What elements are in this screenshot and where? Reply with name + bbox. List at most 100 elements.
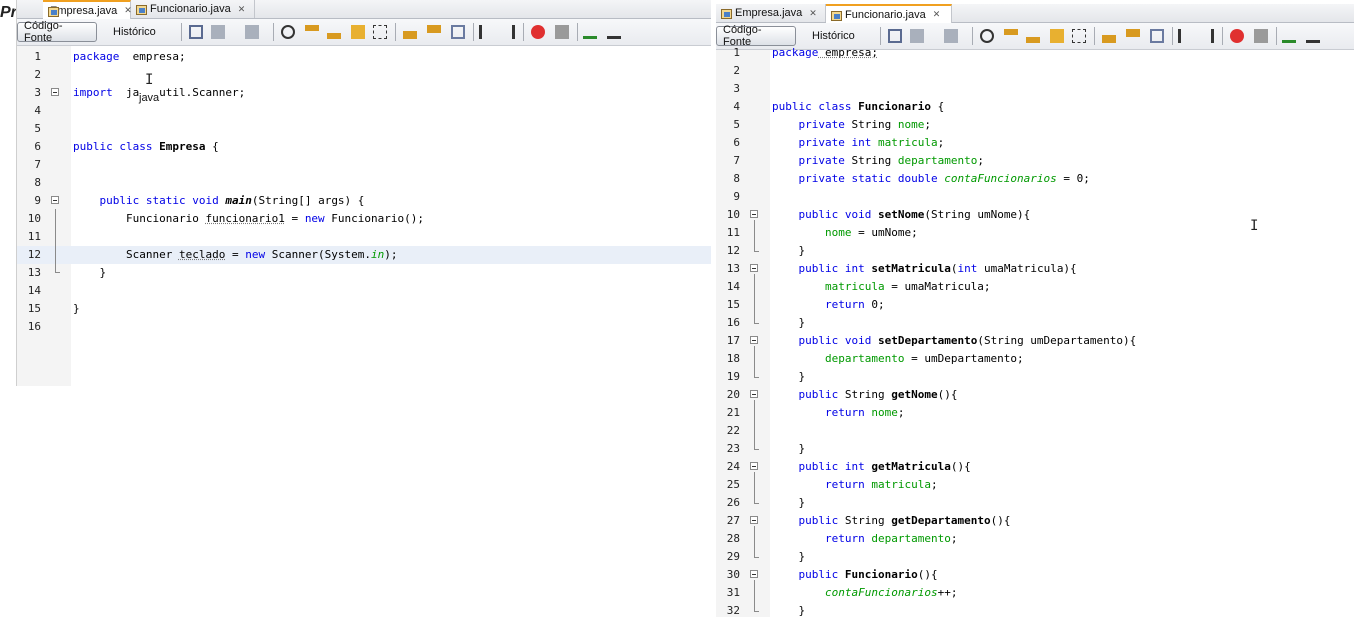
uncomment-icon[interactable]: [1306, 29, 1320, 43]
shift-right-icon[interactable]: [1200, 29, 1214, 43]
close-tab-icon[interactable]: ✕: [933, 9, 941, 20]
find-previous-icon[interactable]: [305, 25, 319, 39]
fold-toggle-icon[interactable]: [51, 196, 59, 204]
find-icon[interactable]: [281, 25, 295, 39]
code-line[interactable]: 31 contaFuncionarios++;: [716, 584, 1354, 602]
fold-toggle-icon[interactable]: [750, 462, 758, 470]
last-edit-icon[interactable]: [189, 25, 203, 39]
tab-funcionario-java[interactable]: Funcionario.java ✕: [826, 4, 952, 23]
fold-toggle-icon[interactable]: [750, 390, 758, 398]
code-line[interactable]: 1 package empresa;: [716, 44, 1354, 62]
code-line[interactable]: 9 public static void main(String[] args)…: [17, 192, 711, 210]
previous-bookmark-icon[interactable]: [403, 25, 417, 39]
history-view-button[interactable]: Histórico: [806, 26, 861, 46]
tab-empresa-java[interactable]: Empresa.java ✕: [43, 0, 132, 19]
code-line[interactable]: 1 package empresa;: [17, 48, 711, 66]
forward-icon[interactable]: [245, 25, 259, 39]
code-line[interactable]: 19 }: [716, 368, 1354, 386]
code-line[interactable]: 12 }: [716, 242, 1354, 260]
code-line[interactable]: 2: [716, 62, 1354, 80]
next-bookmark-icon[interactable]: [1126, 29, 1140, 43]
stop-macro-icon[interactable]: [1254, 29, 1268, 43]
uncomment-icon[interactable]: [607, 25, 621, 39]
source-view-button[interactable]: Código-Fonte: [17, 20, 97, 44]
fold-toggle-icon[interactable]: [750, 210, 758, 218]
comment-icon[interactable]: [583, 25, 597, 39]
code-line[interactable]: 29 }: [716, 548, 1354, 566]
code-line[interactable]: 15}: [17, 300, 711, 318]
fold-toggle-icon[interactable]: [750, 336, 758, 344]
find-previous-icon[interactable]: [1004, 29, 1018, 43]
start-macro-icon[interactable]: [531, 25, 545, 39]
history-view-button[interactable]: Histórico: [107, 22, 162, 42]
code-line[interactable]: 20 public String getNome(){: [716, 386, 1354, 404]
comment-icon[interactable]: [1282, 29, 1296, 43]
code-line[interactable]: 9: [716, 188, 1354, 206]
code-line[interactable]: 14: [17, 282, 711, 300]
toggle-bookmark-icon[interactable]: [451, 25, 465, 39]
code-line[interactable]: 32 }: [716, 602, 1354, 617]
code-line[interactable]: 13 public int setMatricula(int umaMatric…: [716, 260, 1354, 278]
code-line[interactable]: 27 public String getDepartamento(){: [716, 512, 1354, 530]
shift-left-icon[interactable]: [479, 25, 493, 39]
source-view-button[interactable]: Código-Fonte: [716, 24, 796, 48]
code-line[interactable]: 23 }: [716, 440, 1354, 458]
code-line[interactable]: 12 Scanner teclado = new Scanner(System.…: [17, 246, 711, 264]
shift-left-icon[interactable]: [1178, 29, 1192, 43]
previous-bookmark-icon[interactable]: [1102, 29, 1116, 43]
tab-funcionario-java[interactable]: Funcionario.java ✕: [131, 0, 255, 18]
code-line[interactable]: 4 public class Funcionario {: [716, 98, 1354, 116]
code-editor[interactable]: 1 package empresa; 2 3 4 public class Funcion…: [716, 46, 1354, 617]
fold-toggle-icon[interactable]: [750, 570, 758, 578]
toggle-rect-selection-icon[interactable]: [1072, 29, 1086, 43]
code-editor[interactable]: 1 package empresa; 2 3 import ja util.Scanne…: [17, 46, 711, 386]
code-line[interactable]: 13 }: [17, 264, 711, 282]
toggle-highlight-icon[interactable]: [351, 25, 365, 39]
find-next-icon[interactable]: [1026, 29, 1040, 43]
code-line[interactable]: 4: [17, 102, 711, 120]
close-tab-icon[interactable]: ✕: [809, 8, 817, 19]
code-line[interactable]: 21 return nome;: [716, 404, 1354, 422]
code-line[interactable]: 6 public class Empresa {: [17, 138, 711, 156]
back-icon[interactable]: [910, 29, 924, 43]
code-line[interactable]: 26 }: [716, 494, 1354, 512]
next-bookmark-icon[interactable]: [427, 25, 441, 39]
toggle-rect-selection-icon[interactable]: [373, 25, 387, 39]
code-line[interactable]: 16: [17, 318, 711, 336]
code-line[interactable]: 3: [716, 80, 1354, 98]
forward-icon[interactable]: [944, 29, 958, 43]
find-icon[interactable]: [980, 29, 994, 43]
code-line[interactable]: 10 Funcionario funcionario1 = new Funcio…: [17, 210, 711, 228]
code-line[interactable]: 8: [17, 174, 711, 192]
tab-empresa-java[interactable]: Empresa.java ✕: [716, 4, 826, 22]
code-line[interactable]: 17 public void setDepartamento(String um…: [716, 332, 1354, 350]
code-line[interactable]: 7 private String departamento;: [716, 152, 1354, 170]
fold-toggle-icon[interactable]: [51, 88, 59, 96]
code-line[interactable]: 30 public Funcionario(){: [716, 566, 1354, 584]
code-line[interactable]: 15 return 0;: [716, 296, 1354, 314]
close-tab-icon[interactable]: ✕: [238, 4, 246, 15]
code-line[interactable]: 6 private int matricula;: [716, 134, 1354, 152]
code-line[interactable]: 28 return departamento;: [716, 530, 1354, 548]
code-line[interactable]: 3 import ja util.Scanner;: [17, 84, 711, 102]
shift-right-icon[interactable]: [501, 25, 515, 39]
code-line[interactable]: 18 departamento = umDepartamento;: [716, 350, 1354, 368]
code-line[interactable]: 11: [17, 228, 711, 246]
stop-macro-icon[interactable]: [555, 25, 569, 39]
code-line[interactable]: 22: [716, 422, 1354, 440]
start-macro-icon[interactable]: [1230, 29, 1244, 43]
fold-toggle-icon[interactable]: [750, 516, 758, 524]
fold-toggle-icon[interactable]: [750, 264, 758, 272]
toggle-bookmark-icon[interactable]: [1150, 29, 1164, 43]
find-next-icon[interactable]: [327, 25, 341, 39]
back-icon[interactable]: [211, 25, 225, 39]
code-line[interactable]: 8 private static double contaFuncionario…: [716, 170, 1354, 188]
code-line[interactable]: 24 public int getMatricula(){: [716, 458, 1354, 476]
code-line[interactable]: 16 }: [716, 314, 1354, 332]
code-line[interactable]: 5: [17, 120, 711, 138]
code-line[interactable]: 14 matricula = umaMatricula;: [716, 278, 1354, 296]
last-edit-icon[interactable]: [888, 29, 902, 43]
toggle-highlight-icon[interactable]: [1050, 29, 1064, 43]
code-line[interactable]: 7: [17, 156, 711, 174]
code-line[interactable]: 25 return matricula;: [716, 476, 1354, 494]
